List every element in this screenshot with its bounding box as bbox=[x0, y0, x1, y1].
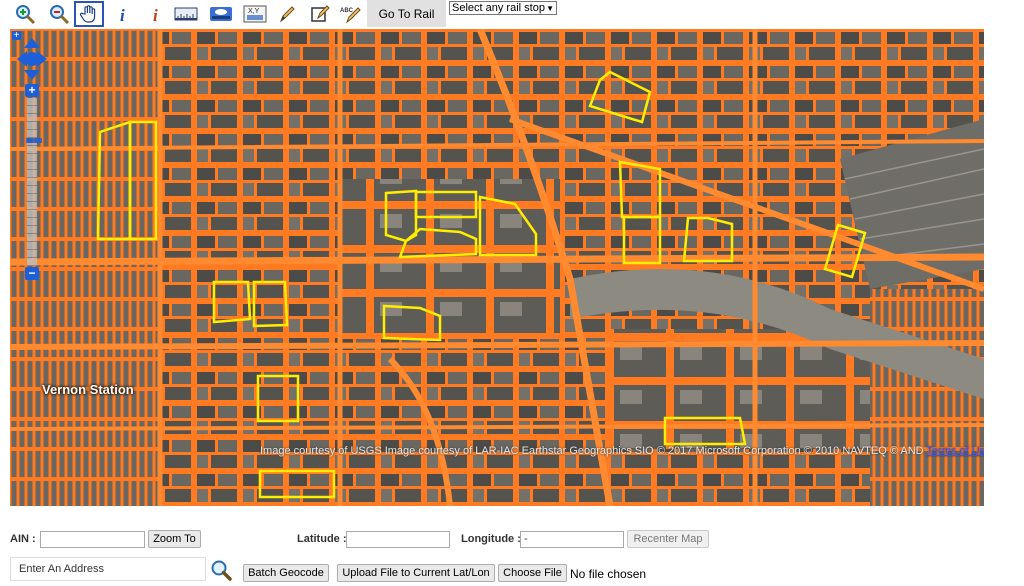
zoom-out-icon bbox=[50, 5, 70, 25]
draw-tool[interactable] bbox=[272, 1, 302, 27]
zoom-in-button[interactable]: + bbox=[25, 84, 39, 97]
info-icon: i bbox=[120, 6, 125, 24]
annotation-tool[interactable]: ABC bbox=[336, 1, 366, 27]
attribution-text: Image courtesy of USGS Image courtesy of… bbox=[260, 445, 924, 457]
pan-tool[interactable] bbox=[74, 1, 104, 27]
zoom-thumb[interactable] bbox=[26, 138, 42, 143]
xy-coordinate-icon: X,Y bbox=[243, 5, 267, 23]
pan-down-icon[interactable] bbox=[24, 70, 40, 80]
layers-tool[interactable] bbox=[206, 1, 236, 27]
pan-control[interactable] bbox=[17, 38, 47, 80]
layers-icon bbox=[210, 7, 232, 21]
terms-of-use-link[interactable]: Terms of Use bbox=[926, 445, 984, 457]
draw-pen-icon bbox=[279, 6, 295, 23]
address-search-button[interactable] bbox=[207, 557, 234, 583]
longitude-label: Longitude : bbox=[461, 533, 521, 545]
pan-center-icon[interactable] bbox=[25, 52, 39, 66]
svg-text:i: i bbox=[153, 6, 158, 24]
rail-stop-select[interactable]: Select any rail stop ▼ bbox=[449, 1, 557, 15]
pan-hand-icon bbox=[79, 5, 96, 23]
go-to-rail-button[interactable]: Go To Rail bbox=[367, 0, 446, 27]
station-label: Vernon Station bbox=[42, 382, 134, 397]
measure-ruler-icon bbox=[174, 7, 198, 21]
zoom-track[interactable] bbox=[26, 98, 42, 266]
recenter-map-button[interactable]: Recenter Map bbox=[627, 530, 709, 548]
svg-text:X,Y: X,Y bbox=[248, 8, 260, 15]
zoom-in-icon bbox=[16, 5, 36, 25]
search-icon bbox=[211, 560, 232, 581]
zoom-slider[interactable]: + − bbox=[25, 84, 42, 280]
latitude-label: Latitude : bbox=[297, 533, 347, 545]
chevron-down-icon: ▼ bbox=[546, 4, 554, 13]
measure-tool[interactable] bbox=[171, 1, 201, 27]
identify-tool[interactable]: i bbox=[141, 1, 171, 27]
address-input[interactable]: Enter An Address bbox=[10, 557, 206, 581]
zoom-in-tool[interactable] bbox=[10, 1, 40, 27]
annotation-text-icon: ABC bbox=[340, 7, 361, 24]
svg-text:i: i bbox=[120, 6, 125, 24]
aerial-parcel-map bbox=[10, 29, 984, 506]
pan-up-icon[interactable] bbox=[24, 38, 40, 48]
map-view[interactable]: + + − Vernon Station Image courtesy of U… bbox=[10, 29, 984, 506]
rail-stop-select-value: Select any rail stop bbox=[452, 2, 545, 14]
draw-polygon-icon bbox=[311, 5, 330, 22]
info-tool[interactable]: i bbox=[108, 1, 138, 27]
svg-text:ABC: ABC bbox=[340, 8, 354, 14]
batch-geocode-button[interactable]: Batch Geocode bbox=[243, 564, 329, 582]
choose-file-button[interactable]: Choose File bbox=[498, 564, 567, 582]
upload-file-button[interactable]: Upload File to Current Lat/Lon bbox=[337, 564, 495, 582]
map-toolbar: i i X,Y ABC Go To Rail Select any rail s… bbox=[0, 0, 1024, 28]
no-file-chosen-label: No file chosen bbox=[570, 567, 647, 581]
longitude-input[interactable]: - bbox=[520, 531, 624, 548]
zoom-out-button[interactable]: − bbox=[25, 267, 39, 280]
zoom-out-tool[interactable] bbox=[44, 1, 74, 27]
map-attribution: Image courtesy of USGS Image courtesy of… bbox=[260, 445, 984, 457]
xy-tool[interactable]: X,Y bbox=[240, 1, 270, 27]
polygon-tool[interactable] bbox=[305, 1, 335, 27]
identify-icon: i bbox=[153, 6, 158, 24]
latitude-input[interactable] bbox=[346, 531, 450, 548]
ain-input[interactable] bbox=[40, 531, 145, 548]
ain-label: AIN : bbox=[10, 533, 36, 545]
zoom-to-button[interactable]: Zoom To bbox=[148, 530, 201, 548]
